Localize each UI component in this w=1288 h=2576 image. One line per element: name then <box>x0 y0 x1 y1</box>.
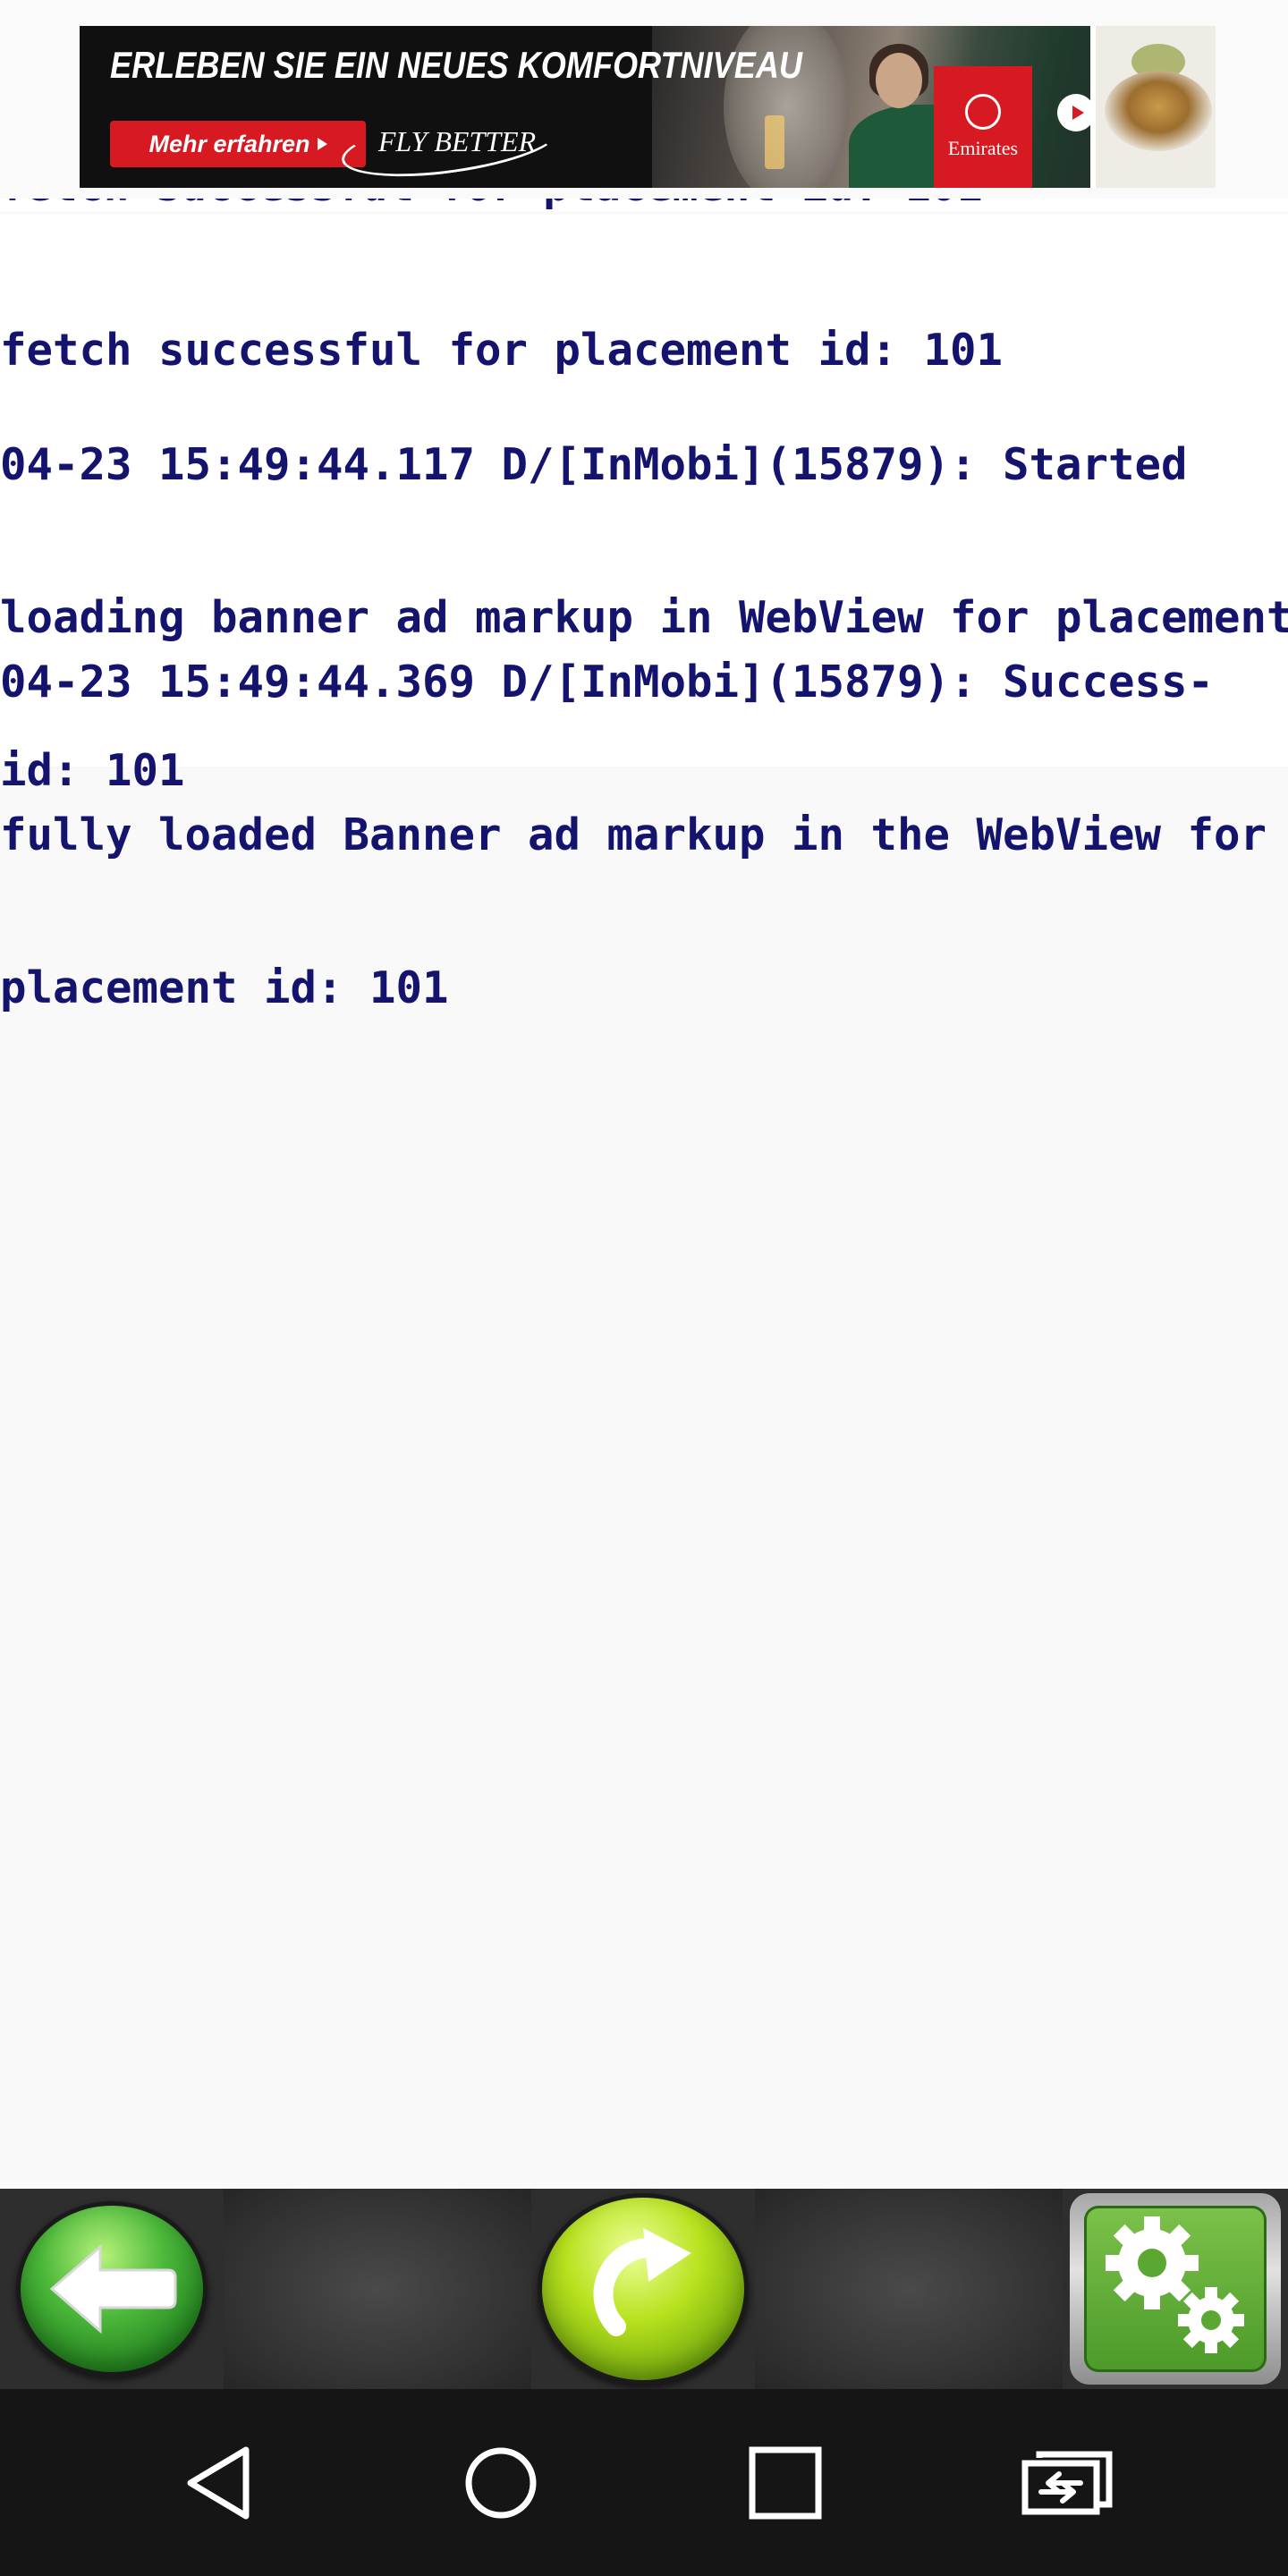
toolbar-spacer <box>755 2189 1063 2389</box>
ad-slogan: FLY BETTER <box>337 102 573 188</box>
gears-icon <box>1106 2216 1244 2353</box>
nav-recents-button[interactable] <box>696 2389 875 2576</box>
nav-home-button[interactable] <box>411 2389 590 2576</box>
play-icon <box>1072 106 1084 120</box>
arrow-left-icon <box>49 2243 177 2334</box>
brand-emblem-icon <box>965 94 1001 130</box>
ad-food-image <box>1090 26 1216 188</box>
nav-back-button[interactable] <box>130 2389 309 2576</box>
back-cell <box>0 2189 224 2389</box>
settings-button-face <box>1084 2206 1267 2372</box>
ad-cta-button[interactable]: Mehr erfahren <box>110 121 366 167</box>
back-button[interactable] <box>16 2201 208 2377</box>
ad-play-button[interactable] <box>1057 94 1095 131</box>
ad-headline: ERLEBEN SIE EIN NEUES KOMFORTNIVEAU <box>110 44 803 86</box>
back-triangle-icon <box>187 2446 250 2519</box>
swoosh-icon <box>337 102 564 188</box>
log-line: placement id: 101 <box>0 962 449 1013</box>
brand-name: Emirates <box>947 137 1019 159</box>
play-triangle-icon <box>317 138 327 150</box>
ad-area: ERLEBEN SIE EIN NEUES KOMFORTNIVEAU Mehr… <box>0 0 1288 215</box>
ad-glass <box>765 115 784 169</box>
screen-switch-icon <box>1021 2451 1113 2514</box>
nav-screen-switch-button[interactable] <box>979 2389 1157 2576</box>
home-circle-icon <box>465 2447 537 2518</box>
settings-button[interactable] <box>1070 2193 1281 2385</box>
app-toolbar <box>0 2189 1288 2389</box>
brand-logo: Emirates <box>934 66 1032 188</box>
refresh-button[interactable] <box>538 2193 749 2385</box>
settings-cell <box>1063 2189 1288 2389</box>
log-clipped-line: fetch successful for placement id: 101 <box>0 199 1288 211</box>
ad-person-head <box>876 53 922 108</box>
refresh-icon <box>593 2228 691 2336</box>
log-line: fully loaded Banner ad markup in the Web… <box>0 809 1267 860</box>
recents-square-icon <box>749 2446 822 2519</box>
refresh-cell <box>531 2189 755 2389</box>
log-entry: 04-23 15:49:44.369 D/[InMobi](15879): Su… <box>0 555 1267 1064</box>
toolbar-spacer <box>224 2189 531 2389</box>
system-nav-bar <box>0 2389 1288 2576</box>
log-line: 04-23 15:49:44.369 D/[InMobi](15879): Su… <box>0 657 1215 708</box>
log-line: 04-23 15:49:44.117 D/[InMobi](15879): St… <box>0 439 1188 490</box>
ad-cta-label: Mehr erfahren <box>148 130 310 157</box>
log-clipped-fragment: fetch successful for placement id: 101 <box>0 199 983 211</box>
ad-food-plate <box>1105 71 1212 151</box>
ad-banner[interactable]: ERLEBEN SIE EIN NEUES KOMFORTNIVEAU Mehr… <box>80 26 1216 188</box>
